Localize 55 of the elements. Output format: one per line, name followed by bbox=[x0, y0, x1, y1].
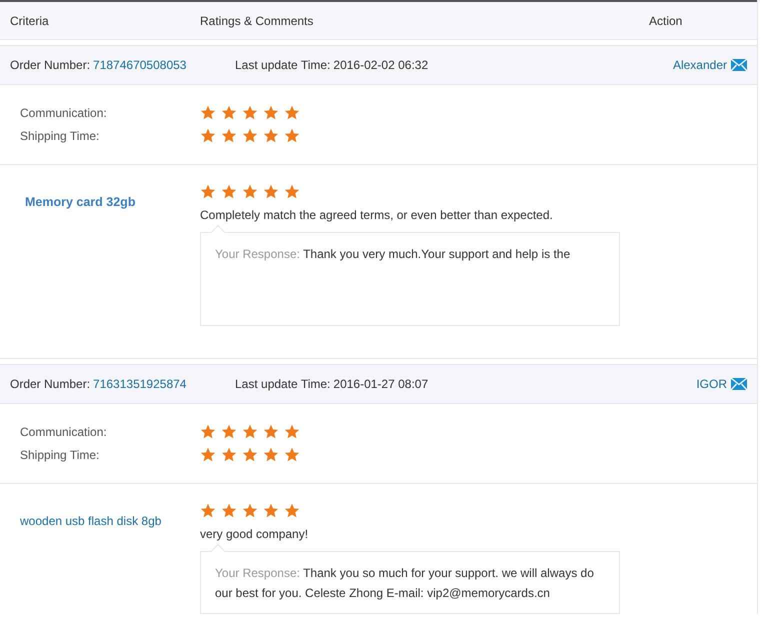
star-icon bbox=[263, 184, 279, 200]
mail-icon[interactable] bbox=[731, 378, 747, 390]
order-label: Order Number: bbox=[10, 376, 90, 393]
star-icon bbox=[221, 503, 237, 519]
star-icon bbox=[284, 184, 300, 200]
star-icon bbox=[263, 447, 279, 463]
update-time: 2016-01-27 08:07 bbox=[333, 376, 428, 393]
star-icon bbox=[242, 128, 258, 144]
star-icon bbox=[284, 447, 300, 463]
star-icon bbox=[242, 184, 258, 200]
star-icon bbox=[263, 128, 279, 144]
response-text: Your Response: Thank you very much.Your support and help is the bbox=[215, 246, 572, 263]
criteria-label: Shipping Time: bbox=[19, 128, 100, 145]
criteria-label: Communication: bbox=[19, 424, 108, 441]
star-icon bbox=[200, 184, 216, 200]
star-icon bbox=[200, 447, 216, 463]
comment-text: very good company! bbox=[200, 526, 310, 543]
buyer-link[interactable]: IGOR bbox=[696, 375, 727, 393]
product-link[interactable]: wooden usb flash disk 8gb bbox=[20, 514, 162, 528]
star-icon bbox=[284, 424, 300, 440]
response-text: Your Response: Thank you so much for your support. we will always do our best for you. Celeste Zhong E-mail: vip2@memorycards.cn bbox=[215, 565, 595, 602]
column-header: Criteria bbox=[9, 12, 50, 30]
update-label: Last update Time: bbox=[235, 376, 330, 393]
star-icon bbox=[284, 128, 300, 144]
update-time: 2016-02-02 06:32 bbox=[333, 57, 428, 74]
star-icon bbox=[284, 503, 300, 519]
star-icon bbox=[221, 447, 237, 463]
star-icon bbox=[200, 128, 216, 144]
star-icon bbox=[200, 424, 216, 440]
star-icon bbox=[221, 105, 237, 121]
criteria-label: Communication: bbox=[19, 105, 108, 122]
star-icon bbox=[242, 503, 258, 519]
update-label: Last update Time: bbox=[235, 57, 330, 74]
star-icon bbox=[242, 105, 258, 121]
order-number-link[interactable]: 71631351925874 bbox=[93, 375, 186, 393]
star-icon bbox=[263, 424, 279, 440]
criteria-label: Shipping Time: bbox=[19, 447, 100, 464]
star-icon bbox=[263, 105, 279, 121]
star-icon bbox=[221, 184, 237, 200]
star-icon bbox=[263, 503, 279, 519]
column-header: Ratings & Comments bbox=[200, 12, 314, 30]
product-link[interactable]: Memory card 32gb bbox=[25, 195, 136, 209]
star-icon bbox=[284, 105, 300, 121]
star-icon bbox=[242, 447, 258, 463]
order-number-link[interactable]: 71874670508053 bbox=[93, 56, 186, 74]
star-icon bbox=[242, 424, 258, 440]
star-icon bbox=[221, 424, 237, 440]
star-icon bbox=[200, 105, 216, 121]
star-icon bbox=[200, 503, 216, 519]
mail-icon[interactable] bbox=[731, 59, 747, 71]
column-header: Action bbox=[649, 12, 682, 30]
order-label: Order Number: bbox=[10, 57, 90, 74]
comment-text: Completely match the agreed terms, or even better than expected. bbox=[200, 207, 554, 224]
star-icon bbox=[221, 128, 237, 144]
buyer-link[interactable]: Alexander bbox=[672, 56, 727, 74]
